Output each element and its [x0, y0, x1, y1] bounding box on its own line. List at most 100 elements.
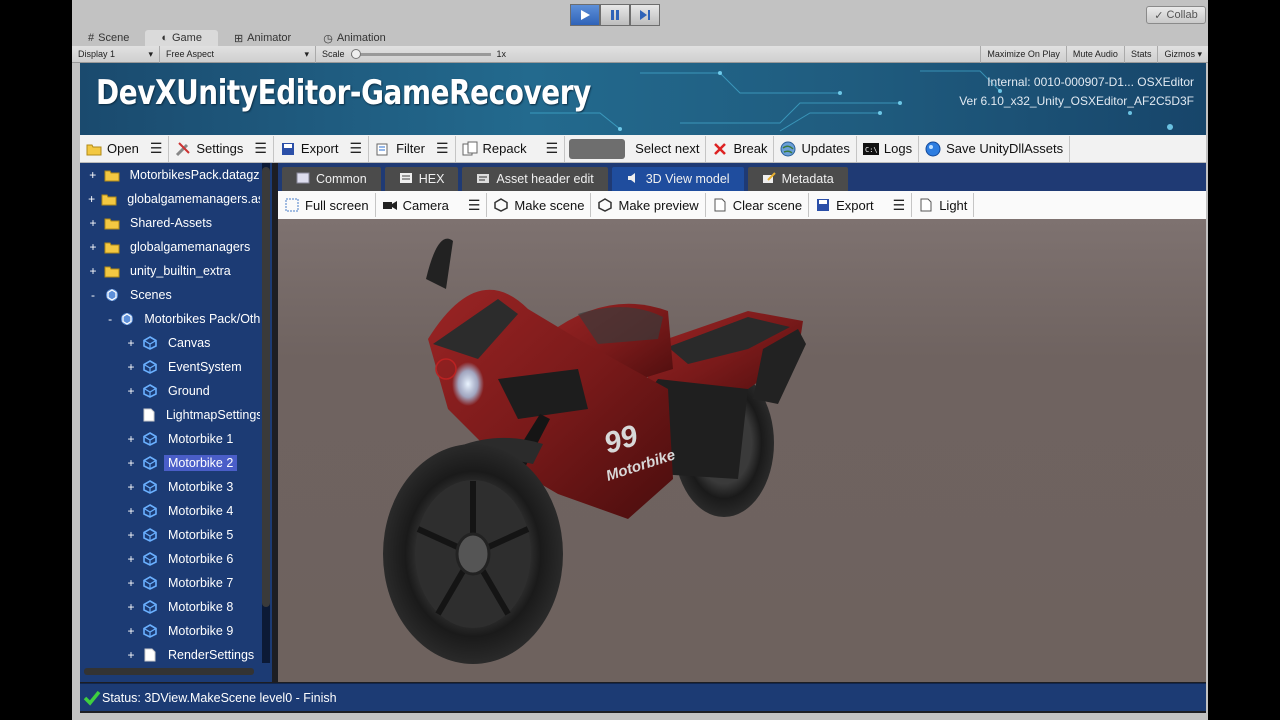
filter-icon	[375, 141, 391, 157]
tree-item[interactable]: + Ground	[80, 379, 260, 403]
clear-scene-button[interactable]: Clear scene	[706, 193, 810, 217]
tree-item[interactable]: + globalgamemanagers.assets	[80, 187, 260, 211]
tree-item[interactable]: + EventSystem	[80, 355, 260, 379]
camera-icon	[382, 197, 398, 213]
expand-icon[interactable]: +	[124, 432, 138, 446]
tree-item[interactable]: + unity_builtin_extra	[80, 259, 260, 283]
tab-asset-header-edit[interactable]: Asset header edit	[462, 167, 608, 191]
expand-icon[interactable]: +	[124, 360, 138, 374]
tree-item[interactable]: + Motorbike 5	[80, 523, 260, 547]
collab-button[interactable]: ✓ Collab	[1146, 6, 1206, 24]
step-icon	[640, 10, 650, 20]
tree-item[interactable]: LightmapSettings	[80, 403, 260, 427]
expand-icon[interactable]: +	[124, 528, 138, 542]
expand-icon[interactable]: +	[124, 648, 138, 662]
expand-icon[interactable]: +	[86, 216, 100, 230]
expand-icon[interactable]: +	[124, 336, 138, 350]
tree-item[interactable]: + Motorbike 3	[80, 475, 260, 499]
export-button[interactable]: Export ☰	[274, 135, 370, 162]
make-scene-button[interactable]: Make scene	[487, 193, 592, 217]
settings-button[interactable]: Settings ☰	[169, 135, 274, 162]
tree-item[interactable]: + globalgamemanagers	[80, 235, 260, 259]
tree-item[interactable]: + Motorbike 6	[80, 547, 260, 571]
break-button[interactable]: Break	[706, 135, 775, 162]
file-icon	[142, 647, 158, 663]
select-next-button[interactable]: Select next	[629, 135, 707, 162]
menu-icon[interactable]: ☰	[150, 140, 163, 157]
tab-3d-view-model[interactable]: 3D View model	[611, 167, 744, 191]
gizmos-menu[interactable]: Gizmos ▾	[1158, 46, 1208, 63]
tab-scene[interactable]: # Scene	[72, 30, 145, 46]
menu-icon[interactable]: ☰	[468, 197, 481, 214]
pause-button[interactable]	[600, 4, 630, 26]
tab-game[interactable]: ◐ Game	[145, 30, 218, 46]
tree-item[interactable]: + Motorbike 2	[80, 451, 260, 475]
scale-slider[interactable]	[350, 48, 491, 59]
collapse-icon[interactable]: -	[104, 312, 116, 326]
repack-button[interactable]: Repack ☰	[456, 135, 566, 162]
tree-item[interactable]: + Motorbike 8	[80, 595, 260, 619]
export-model-button[interactable]: Export ☰	[809, 193, 913, 217]
expand-icon[interactable]: +	[124, 552, 138, 566]
tab-common[interactable]: Common	[282, 167, 381, 191]
expand-icon[interactable]: +	[124, 600, 138, 614]
expand-icon[interactable]: +	[86, 240, 100, 254]
filter-button[interactable]: Filter ☰	[369, 135, 456, 162]
expand-icon[interactable]: +	[124, 504, 138, 518]
tree-item[interactable]: - Motorbikes Pack/Other	[80, 307, 260, 331]
tree-item[interactable]: + RenderSettings	[80, 643, 260, 667]
export-label: Export	[836, 197, 874, 213]
tab-metadata[interactable]: Metadata	[747, 167, 848, 191]
status-bar: Status: 3DView.MakeScene level0 - Finish	[80, 683, 1206, 711]
tree-item[interactable]: + MotorbikesPack.datagz	[80, 163, 260, 187]
expand-icon[interactable]: +	[124, 480, 138, 494]
tree-item-label: Motorbike 2	[164, 455, 238, 471]
expand-icon[interactable]: +	[124, 576, 138, 590]
tree-item[interactable]: + Motorbike 4	[80, 499, 260, 523]
save-dll-assets-button[interactable]: Save UnityDllAssets	[919, 135, 1071, 162]
expand-icon[interactable]: +	[86, 168, 100, 182]
tree-item-label: EventSystem	[168, 360, 242, 374]
tree-item[interactable]: + Motorbike 7	[80, 571, 260, 595]
expand-icon[interactable]: +	[124, 456, 138, 470]
menu-icon[interactable]: ☰	[546, 140, 559, 157]
expand-icon[interactable]: +	[86, 264, 100, 278]
aspect-select[interactable]: Free Aspect ▾	[160, 45, 316, 63]
updates-button[interactable]: Updates	[774, 135, 857, 162]
gameobject-icon	[142, 599, 158, 615]
open-button[interactable]: Open ☰	[80, 135, 170, 162]
step-button[interactable]	[630, 4, 660, 26]
menu-icon[interactable]: ☰	[350, 140, 363, 157]
expand-icon[interactable]: +	[86, 192, 97, 206]
camera-button[interactable]: Camera ☰	[376, 193, 488, 217]
expand-icon[interactable]: +	[124, 624, 138, 638]
tab-animation[interactable]: ◷ Animation	[307, 30, 402, 46]
tab-animator[interactable]: ⊞ Animator	[218, 30, 307, 46]
tree-item[interactable]: + Canvas	[80, 331, 260, 355]
3d-viewport[interactable]: 99 Motorbike	[278, 219, 1206, 682]
tree-scroll-thumb[interactable]	[262, 167, 270, 607]
stats-toggle[interactable]: Stats	[1125, 45, 1159, 63]
display-select[interactable]: Display 1 ▾	[72, 45, 160, 63]
menu-icon[interactable]: ☰	[436, 140, 449, 157]
scale-slider-knob[interactable]	[350, 48, 361, 59]
collapse-icon[interactable]: -	[86, 288, 100, 302]
tab-hex[interactable]: HEX	[384, 167, 459, 191]
tree-item[interactable]: + Motorbike 9	[80, 619, 260, 643]
tree-horizontal-scrollbar[interactable]	[84, 668, 254, 675]
make-preview-button[interactable]: Make preview	[591, 193, 706, 217]
mute-audio-toggle[interactable]: Mute Audio	[1067, 45, 1125, 63]
maximize-on-play-toggle[interactable]: Maximize On Play	[980, 45, 1067, 63]
unity-icon	[120, 311, 134, 327]
expand-icon[interactable]: +	[124, 384, 138, 398]
play-button[interactable]	[570, 4, 600, 26]
file-icon	[712, 197, 728, 213]
menu-icon[interactable]: ☰	[893, 197, 906, 214]
tree-item[interactable]: + Shared-Assets	[80, 211, 260, 235]
full-screen-button[interactable]: Full screen	[278, 193, 376, 217]
tree-item[interactable]: - Scenes	[80, 283, 260, 307]
tree-item[interactable]: + Motorbike 1	[80, 427, 260, 451]
light-button[interactable]: Light	[912, 193, 975, 217]
menu-icon[interactable]: ☰	[254, 140, 267, 157]
logs-button[interactable]: C:\ Logs	[857, 135, 920, 162]
